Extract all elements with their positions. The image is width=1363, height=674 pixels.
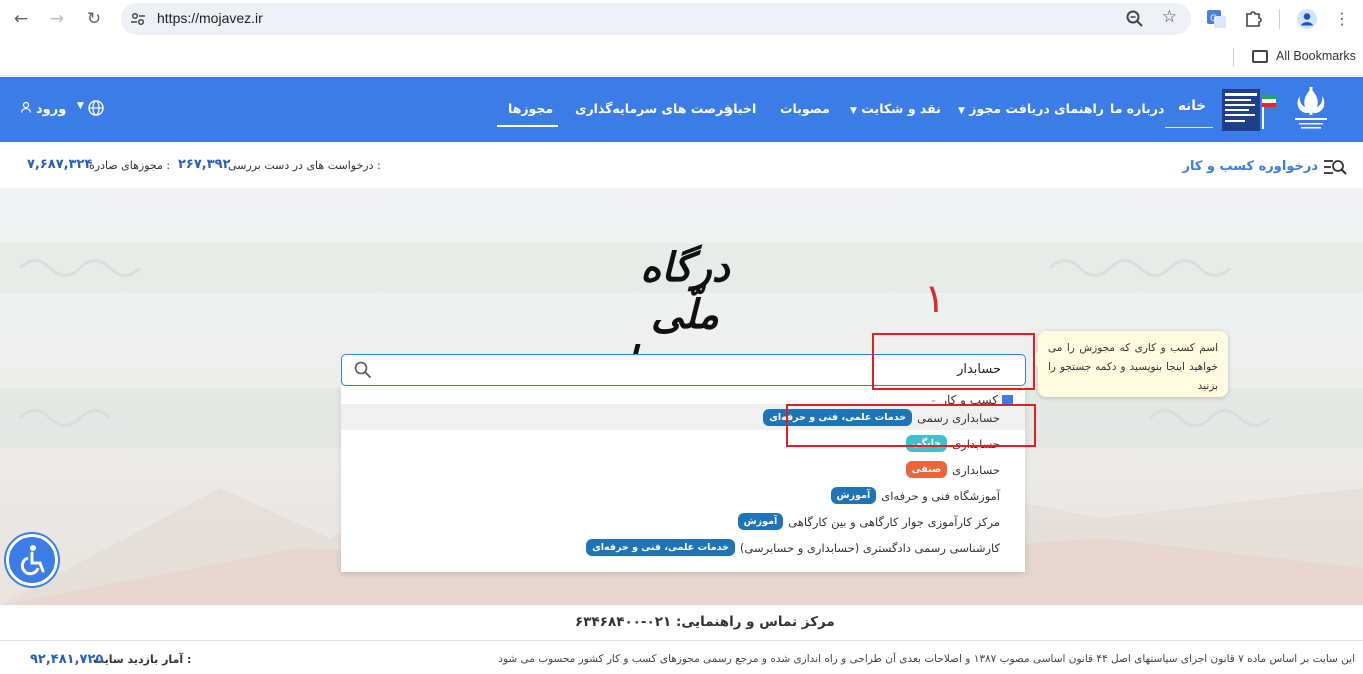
nav-home[interactable]: خانه [1178, 98, 1206, 114]
profile-avatar-icon[interactable] [1296, 8, 1318, 30]
address-bar[interactable]: https://mojavez.ir ☆ [121, 3, 1191, 35]
stats-strip: درخواوره کسب و کار درخواست های در دست بر… [0, 142, 1363, 188]
suggestion-text: کارشناسی رسمی دادگستری (حسابداری و حسابر… [739, 540, 1000, 555]
suggestion-text: مرکز کارآموزی جوار کارگاهی و بین کارگاهی [788, 514, 1000, 529]
nav-license-guide[interactable]: ▼ راهنمای دریافت مجوز [955, 101, 1104, 116]
language-caret-icon[interactable]: ▼ [77, 101, 84, 111]
issued-label: مجوزهای صادره : [89, 159, 171, 172]
nav-licenses-underline [497, 125, 558, 127]
category-badge: صنفی [905, 461, 948, 478]
translate-icon[interactable]: G [1206, 8, 1228, 30]
nav-investment[interactable]: فرصت های سرمایه‌گذاری [575, 101, 732, 116]
chevron-down-icon: ▼ [850, 106, 857, 116]
login-button[interactable]: ورود [20, 101, 66, 117]
suggestion-item[interactable]: مرکز کارآموزی جوار کارگاهی و بین کارگاهی… [341, 508, 1025, 534]
nav-resolutions[interactable]: مصوبات [780, 101, 830, 116]
zoom-icon[interactable] [1125, 9, 1145, 29]
svg-text:G: G [1210, 14, 1217, 24]
ministry-logo-icon[interactable] [1222, 89, 1276, 131]
government-emblem-icon[interactable] [1291, 85, 1331, 133]
suggestion-text: حسابداری [952, 462, 1000, 477]
menu-dots-icon[interactable]: ⋮ [1332, 9, 1352, 29]
contact-strip: مرکز تماس و راهنمایی: ۰۲۱-۶۳۴۶۸۴۰۰ [0, 605, 1363, 641]
nav-home-underline [1165, 127, 1213, 128]
nav-about[interactable]: درباره ما [1110, 101, 1164, 116]
request-search-icon[interactable] [1323, 158, 1347, 176]
url-text[interactable]: https://mojavez.ir [157, 10, 263, 26]
bookmark-star-icon[interactable]: ☆ [1162, 7, 1177, 27]
contact-center-text[interactable]: مرکز تماس و راهنمایی: ۰۲۱-۶۳۴۶۸۴۰۰ [575, 614, 835, 630]
back-icon[interactable]: ← [11, 9, 31, 29]
hero-section: درگاه ملّی مجوزها ۱ ۲ حسابدار اسم کسب و … [0, 188, 1363, 605]
browser-toolbar: ← → ↻ https://mojavez.ir ☆ G ⋮ [0, 0, 1363, 38]
suggestion-text: آموزشگاه فنی و حرفه‌ای [881, 488, 1000, 503]
nav-complaints-label: نقد و شکایت [861, 101, 941, 116]
folder-icon[interactable] [1252, 50, 1268, 63]
footer: این سایت بر اساس ماده ۷ قانون اجرای سیاس… [0, 641, 1363, 674]
category-badge: آموزش [737, 513, 784, 530]
category-badge: خدمات علمی، فنی و حرفه‌ای [586, 539, 735, 556]
visits-label: آمار بازدید سایت : [93, 653, 192, 666]
pending-label: درخواست های در دست بررسی : [228, 159, 381, 172]
bookmarks-divider [1233, 48, 1234, 66]
reload-icon[interactable]: ↻ [84, 9, 104, 29]
nav-license-guide-label: راهنمای دریافت مجوز [969, 101, 1104, 116]
issued-value: ۷,۶۸۷,۳۲۴ [27, 157, 93, 172]
forward-icon[interactable]: → [47, 9, 67, 29]
search-icon[interactable] [354, 361, 372, 379]
chevron-down-icon: ▼ [958, 106, 965, 116]
annotation-box-search [872, 333, 1035, 390]
login-label: ورود [36, 102, 67, 117]
annotation-box-suggestion [786, 404, 1036, 447]
all-bookmarks-link[interactable]: All Bookmarks [1276, 49, 1356, 63]
annotation-number-1: ۱ [924, 276, 946, 322]
pending-value: ۲۶۷,۳۹۲ [178, 157, 231, 172]
bookmarks-bar: All Bookmarks [0, 38, 1363, 76]
search-hint-tooltip: اسم کسب و کاری که مجوزش را می خواهید این… [1030, 331, 1228, 397]
accessibility-button[interactable] [6, 534, 58, 586]
suggestion-item[interactable]: کارشناسی رسمی دادگستری (حسابداری و حسابر… [341, 534, 1025, 560]
toolbar-divider [1279, 9, 1280, 29]
nav-complaints[interactable]: ▼ نقد و شکایت [847, 101, 941, 116]
nav-licenses[interactable]: مجوزها [508, 101, 553, 116]
visits-value: ۹۲,۴۸۱,۷۲۵ [30, 652, 104, 667]
legal-notice: این سایت بر اساس ماده ۷ قانون اجرای سیاس… [498, 653, 1355, 665]
category-badge: آموزش [830, 487, 877, 504]
site-info-icon[interactable] [130, 11, 146, 27]
site-header: خانه درباره ما ▼ راهنمای دریافت مجوز ▼ ن… [0, 77, 1363, 142]
wheelchair-icon [20, 545, 45, 576]
suggestion-item[interactable]: آموزشگاه فنی و حرفه‌ای آموزش [341, 482, 1025, 508]
business-request-link[interactable]: درخواوره کسب و کار [1182, 159, 1318, 174]
user-icon [20, 101, 32, 117]
suggestion-item[interactable]: حسابداری صنفی [341, 456, 1025, 482]
extensions-icon[interactable] [1243, 8, 1265, 30]
globe-icon[interactable] [88, 100, 104, 116]
